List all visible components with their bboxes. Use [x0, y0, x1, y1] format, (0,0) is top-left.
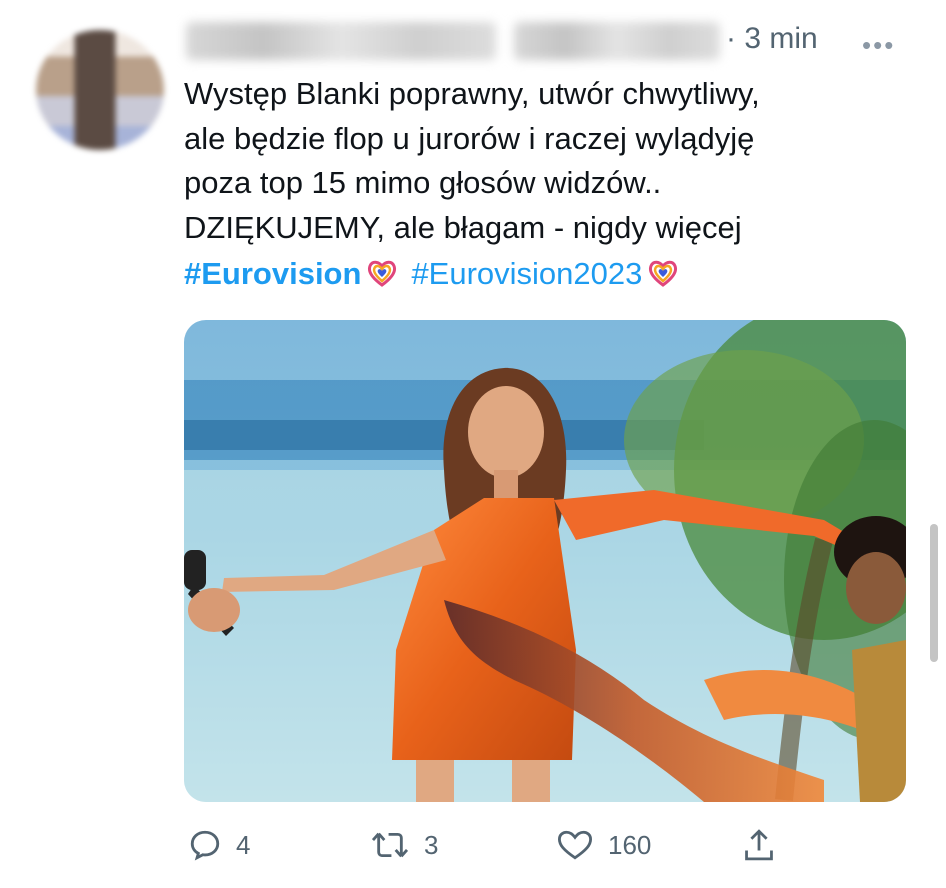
- like-button[interactable]: 160: [556, 822, 651, 868]
- reply-count: 4: [236, 829, 251, 860]
- tweet-text: Występ Blanki poprawny, utwór chwytliwy,…: [184, 72, 904, 250]
- display-name-blurred[interactable]: [186, 22, 496, 60]
- eurovision-heart-icon: [648, 258, 678, 296]
- tweet-time[interactable]: · 3 min: [726, 22, 818, 56]
- avatar[interactable]: [36, 30, 164, 150]
- hashtag-eurovision2023[interactable]: #Eurovision2023: [411, 256, 642, 291]
- share-icon: [745, 829, 773, 861]
- tweet-actions: 4 3 160: [184, 822, 906, 868]
- more-options-icon[interactable]: •••: [862, 30, 895, 61]
- like-count: 160: [608, 829, 652, 860]
- share-button[interactable]: [742, 822, 790, 868]
- reply-button[interactable]: 4: [188, 822, 250, 868]
- eurovision-heart-icon: [367, 258, 397, 296]
- tweet-media-photo[interactable]: [184, 320, 906, 802]
- hashtags: #Eurovision #Eurovision2023: [184, 256, 692, 296]
- tweet-line: Występ Blanki poprawny, utwór chwytliwy,: [184, 76, 760, 111]
- tweet-line: poza top 15 mimo głosów widzów..: [184, 165, 662, 200]
- like-icon: [557, 830, 593, 860]
- hashtag-eurovision[interactable]: #Eurovision: [184, 256, 361, 291]
- handle-blurred[interactable]: [514, 22, 720, 60]
- tweet-line: DZIĘKUJEMY, ale błagam - nigdy więcej: [184, 209, 742, 245]
- retweet-button[interactable]: 3: [370, 822, 438, 868]
- reply-icon: [190, 830, 220, 861]
- scrollbar[interactable]: [930, 524, 938, 662]
- tweet-line: ale będzie flop u jurorów i raczej wyląd…: [184, 120, 755, 156]
- retweet-count: 3: [424, 829, 439, 860]
- retweet-icon: [371, 832, 409, 858]
